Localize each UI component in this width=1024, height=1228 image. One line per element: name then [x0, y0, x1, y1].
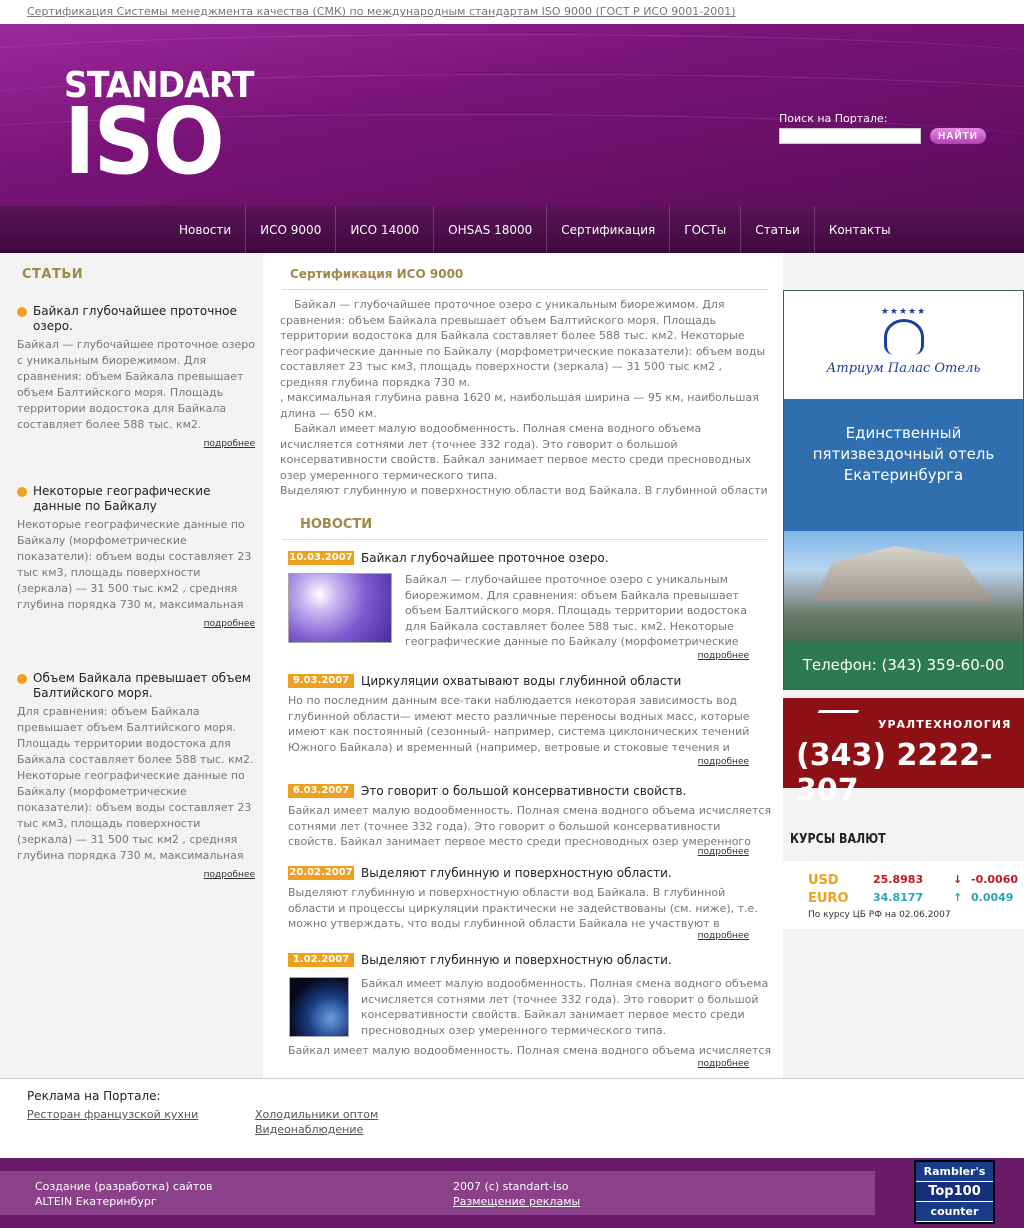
- news-date: 6.03.2007: [288, 784, 354, 798]
- nav-item-contacts[interactable]: Контакты: [815, 206, 905, 253]
- news-item: 6.03.2007 Это говорит о большой консерват…: [288, 784, 772, 857]
- nav-item-articles[interactable]: Статьи: [741, 206, 815, 253]
- divider: [282, 539, 769, 540]
- ads-label: Реклама на Портале:: [27, 1089, 161, 1103]
- nav-item-iso-14000[interactable]: ИСО 14000: [336, 206, 435, 253]
- news-title-link[interactable]: Это говорит о большой консервативности с…: [361, 784, 686, 798]
- news-more-link[interactable]: подробнее: [698, 651, 749, 661]
- hotel-phone: Телефон: (343) 359-60-00: [784, 641, 1023, 689]
- advertising-link[interactable]: Размещение рекламы: [453, 1195, 580, 1208]
- article-more-link[interactable]: подробнее: [17, 870, 255, 880]
- left-sidebar: СТАТЬИ Байкал глубочайшее проточное озер…: [0, 253, 263, 1078]
- page-title: Сертификация ИСО 9000: [290, 267, 464, 281]
- news-title-link[interactable]: Выделяют глубинную и поверхностную облас…: [361, 953, 672, 967]
- article-title-link[interactable]: Некоторые географические данные по Байка…: [17, 484, 255, 514]
- right-sidebar: ★★★★★ Атриум Палас Отель Единственный пя…: [783, 253, 1024, 1078]
- rates-heading: КУРСЫ ВАЛЮТ: [790, 832, 886, 847]
- article-title-link[interactable]: Байкал глубочайшее проточное озеро.: [17, 304, 255, 334]
- news-heading: НОВОСТИ: [300, 517, 373, 532]
- bullet-icon: [17, 307, 27, 317]
- nav-item-iso-9000[interactable]: ИСО 9000: [246, 206, 337, 253]
- developer-link[interactable]: Создание (разработка) сайтов: [35, 1179, 212, 1194]
- uraltech-phone: (343) 2222-307: [796, 738, 993, 808]
- article-item: Некоторые географические данные по Байка…: [17, 484, 255, 629]
- news-title-link[interactable]: Байкал глубочайшее проточное озеро.: [361, 551, 609, 565]
- divider: [282, 289, 769, 290]
- hotel-banner[interactable]: ★★★★★ Атриум Палас Отель Единственный пя…: [783, 290, 1024, 690]
- top-certification-link[interactable]: Сертификация Системы менеджмента качеств…: [27, 5, 736, 18]
- rate-row-usd: USD 25.8983 ↓ -0.0060: [808, 873, 1019, 888]
- ad-link-video[interactable]: Видеонаблюдение: [255, 1123, 363, 1136]
- top-bar: Сертификация Системы менеджмента качеств…: [0, 0, 1024, 24]
- rates-note: По курсу ЦБ РФ на 02.06.2007: [808, 910, 951, 920]
- nav-item-gost[interactable]: ГОСТы: [670, 206, 742, 253]
- main-nav: Новости ИСО 9000 ИСО 14000 OHSAS 18000 С…: [0, 206, 1024, 253]
- plane-icon: [806, 710, 860, 732]
- arrow-up-icon: ↑: [953, 891, 963, 904]
- header: STANDART ISO Поиск на Портале: НАЙТИ: [0, 24, 1024, 206]
- news-date: 20.02.2007: [288, 866, 354, 880]
- uraltech-banner[interactable]: УРАЛТЕХНОЛОГИЯ (343) 2222-307: [783, 698, 1024, 808]
- news-more-link[interactable]: подробнее: [698, 757, 749, 767]
- article-body: Для сравнения: объем Байкала превышает о…: [17, 705, 254, 862]
- hotel-brand: Атриум Палас Отель: [826, 361, 981, 376]
- news-date: 9.03.2007: [288, 674, 354, 688]
- news-more-link[interactable]: подробнее: [698, 931, 749, 941]
- ad-link-restaurant[interactable]: Ресторан французской кухни: [27, 1108, 198, 1121]
- search-button[interactable]: НАЙТИ: [930, 128, 986, 144]
- footer-ads: Реклама на Портале: Ресторан французской…: [0, 1078, 1024, 1158]
- news-item: 10.03.2007 Байкал глубочайшее проточное о…: [288, 551, 749, 661]
- nav-item-ohsas-18000[interactable]: OHSAS 18000: [434, 206, 548, 253]
- article-body: Байкал — глубочайшее проточное озеро с у…: [17, 338, 255, 431]
- news-thumbnail[interactable]: [289, 977, 349, 1037]
- arrow-down-icon: ↓: [953, 873, 963, 886]
- site-logo[interactable]: STANDART ISO: [64, 68, 270, 188]
- uraltech-brand: УРАЛТЕХНОЛОГИЯ: [878, 718, 1012, 731]
- article-title-link[interactable]: Объем Байкала превышает объем Балтийског…: [17, 671, 255, 701]
- bullet-icon: [17, 487, 27, 497]
- news-item: 20.02.2007 Выделяют глубинную и поверхнос…: [288, 866, 758, 941]
- articles-heading: СТАТЬИ: [22, 267, 84, 282]
- crown-icon: [884, 319, 924, 355]
- article-more-link[interactable]: подробнее: [17, 439, 255, 449]
- news-more-link[interactable]: подробнее: [698, 1059, 749, 1069]
- article-item: Объем Байкала превышает объем Балтийског…: [17, 671, 255, 880]
- rambler-counter[interactable]: Rambler's Top100 counter: [914, 1160, 995, 1224]
- intro-text: Байкал — глубочайшее проточное озеро с у…: [280, 298, 768, 497]
- search-label: Поиск на Портале:: [779, 112, 888, 125]
- news-title-link[interactable]: Выделяют глубинную и поверхностную облас…: [361, 866, 672, 880]
- news-more-link[interactable]: подробнее: [698, 847, 749, 857]
- developer-credit: Создание (разработка) сайтов ALTEIN Екат…: [35, 1179, 213, 1208]
- news-date: 1.02.2007: [288, 953, 354, 967]
- nav-item-certification[interactable]: Сертификация: [547, 206, 671, 253]
- news-date: 10.03.2007: [288, 551, 354, 565]
- rate-row-euro: EURO 34.8177 ↑ 0.0049: [808, 891, 1014, 906]
- currency-rates: USD 25.8983 ↓ -0.0060 EURO 34.8177 ↑ 0.0…: [783, 861, 1024, 929]
- news-thumbnail[interactable]: [288, 573, 392, 643]
- search-input[interactable]: [779, 128, 921, 144]
- news-item: 1.02.2007 Выделяют глубинную и поверхност…: [288, 953, 772, 1069]
- footer: Создание (разработка) сайтов ALTEIN Екат…: [0, 1158, 1024, 1228]
- star-icons: ★★★★★: [880, 307, 927, 317]
- bullet-icon: [17, 674, 27, 684]
- article-more-link[interactable]: подробнее: [17, 619, 255, 629]
- copyright: 2007 (c) standart-iso Размещение рекламы: [453, 1180, 581, 1208]
- ad-link-fridges[interactable]: Холодильники оптом: [255, 1108, 378, 1121]
- news-title-link[interactable]: Циркуляции охватывают воды глубинной обл…: [361, 674, 681, 688]
- news-item: 9.03.2007 Циркуляции охватывают воды глуб…: [288, 674, 750, 767]
- article-item: Байкал глубочайшее проточное озеро. Байк…: [17, 304, 255, 449]
- main-content: Сертификация ИСО 9000 Байкал — глубочайш…: [263, 253, 783, 1078]
- nav-item-news[interactable]: Новости: [165, 206, 247, 253]
- article-body: Некоторые географические данные по Байка…: [17, 518, 252, 611]
